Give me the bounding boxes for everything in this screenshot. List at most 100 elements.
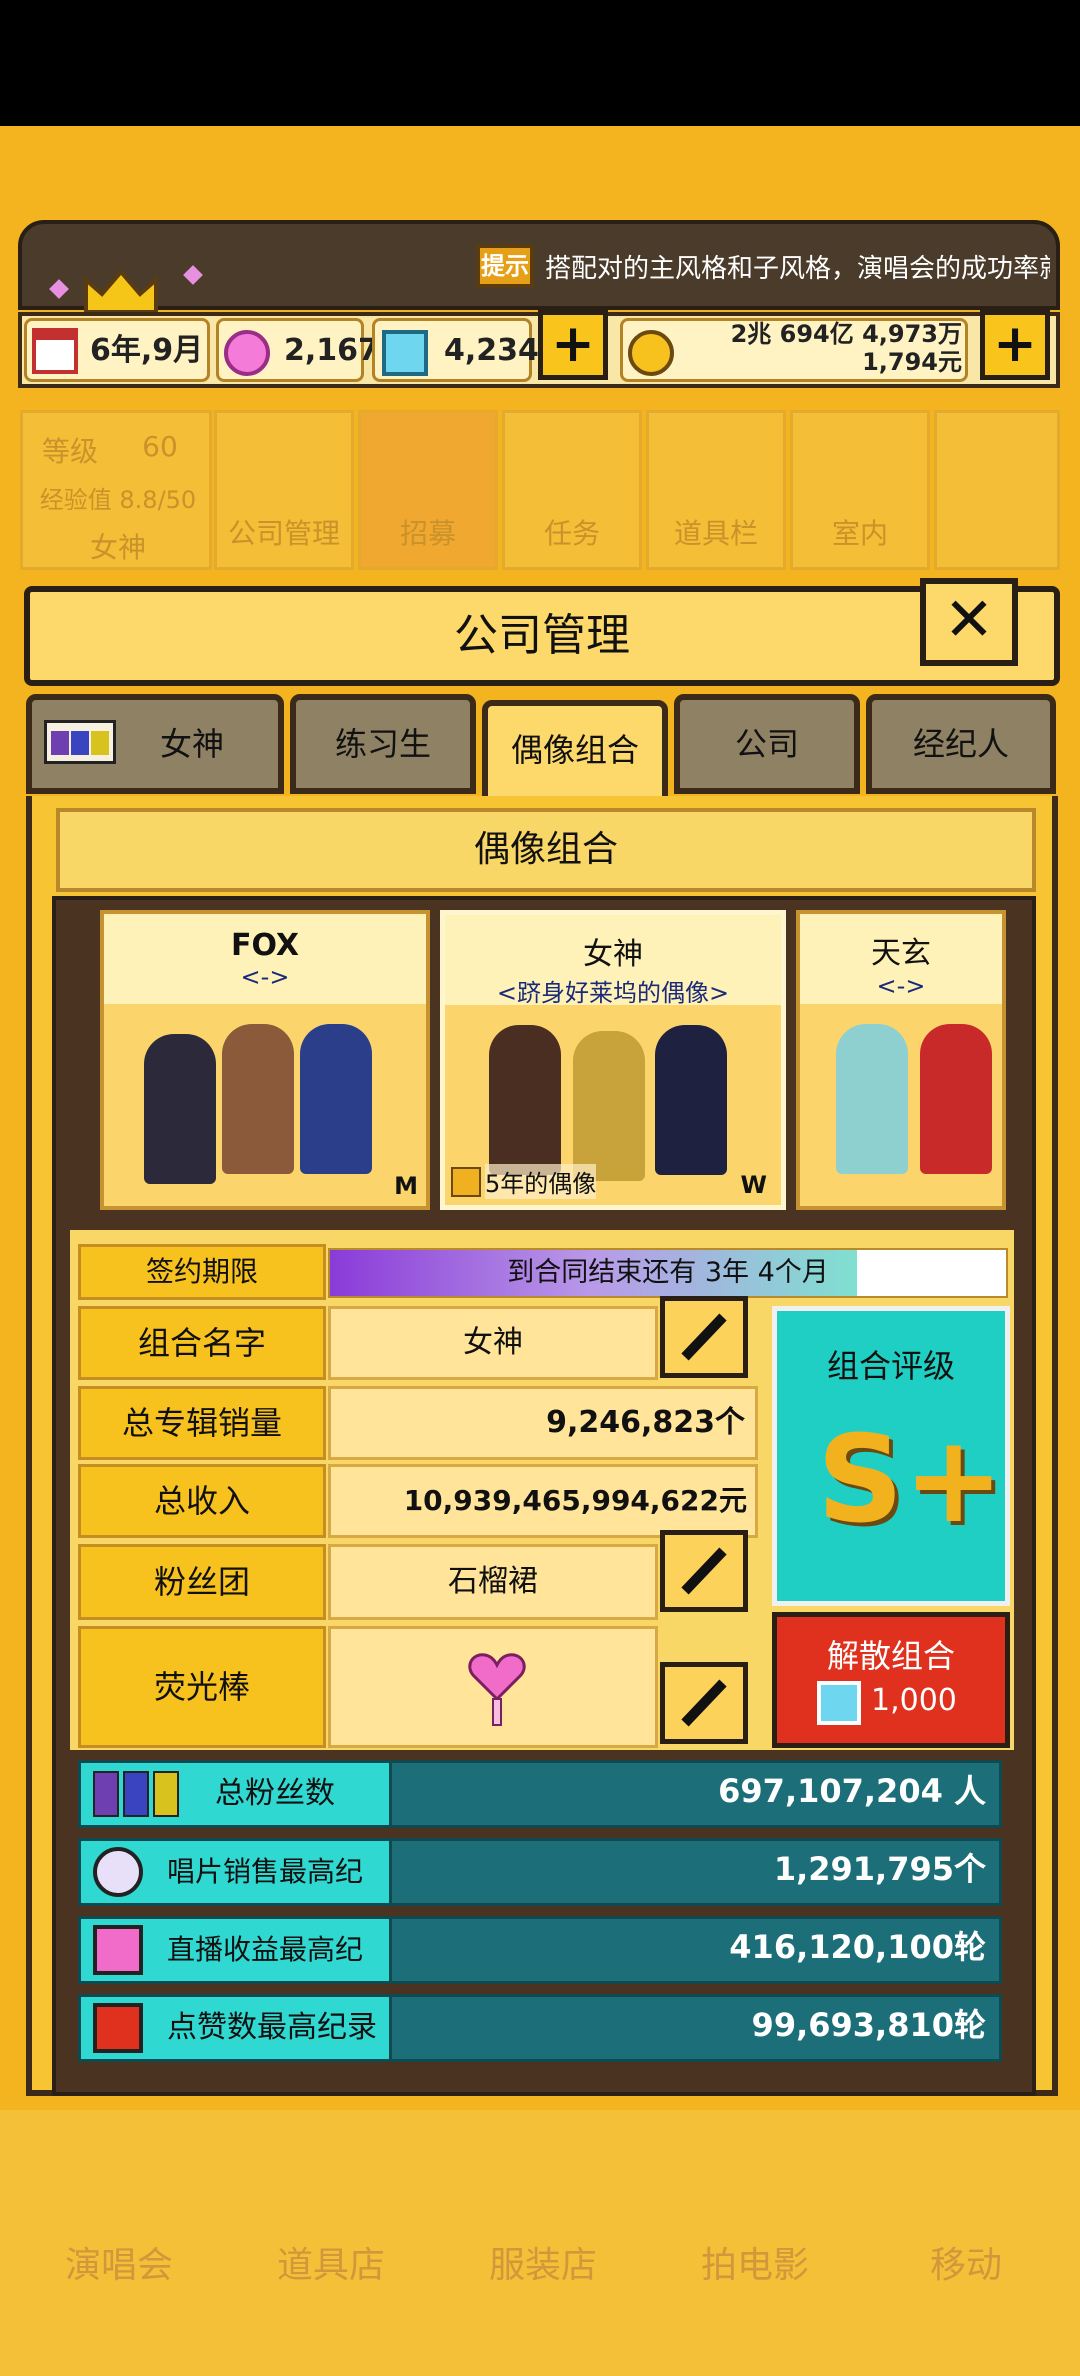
group-subtitle: <跻身好莱坞的偶像>: [496, 979, 730, 1007]
tab-icon: [44, 720, 116, 764]
exp-text: 经验值 8.8/50: [39, 486, 197, 514]
section-title: 偶像组合: [56, 808, 1036, 892]
add-diamond-button[interactable]: +: [538, 310, 608, 380]
heart-lightstick-icon: [468, 1653, 526, 1726]
panel-title: 公司管理: [454, 610, 630, 661]
play-icon: [93, 2003, 143, 2053]
group-subtitle: <->: [240, 963, 290, 991]
idol-avatar: [836, 1024, 908, 1174]
group-card-goddess[interactable]: 女神 <跻身好莱坞的偶像> 5年的偶像 W: [440, 910, 786, 1210]
stat-value: 99,693,810轮: [751, 2006, 986, 2044]
tab-idol-group[interactable]: 偶像组合: [482, 700, 668, 808]
diamond-icon: [817, 1681, 861, 1725]
nav-company-label: 公司管理: [227, 517, 340, 550]
edit-lightstick-button[interactable]: [660, 1662, 748, 1744]
tab-trainee-label: 练习生: [334, 725, 431, 763]
group-name-value: 女神: [328, 1306, 658, 1380]
stat-label-box: 唱片销售最高纪录: [78, 1838, 392, 1950]
add-money-button[interactable]: +: [980, 310, 1050, 380]
gender-badge: M: [394, 1172, 418, 1200]
group-card-fox[interactable]: FOX <-> M: [100, 910, 430, 1210]
stat-value: 1,291,795个: [773, 1850, 986, 1888]
rating-grade: S+: [817, 1411, 1004, 1550]
income-value: 10,939,465,994,622元: [328, 1464, 758, 1538]
stat-label-box: 直播收益最高纪录: [78, 1916, 392, 2028]
group-subtitle: <->: [876, 972, 926, 1000]
diamond-icon: [382, 330, 428, 376]
contract-label: 签约期限: [78, 1244, 326, 1300]
fanclub-label: 粉丝团: [78, 1544, 326, 1620]
idol-avatar: [489, 1025, 561, 1175]
tab-idol-group-label: 偶像组合: [510, 731, 639, 769]
tab-manager[interactable]: 经纪人: [866, 694, 1056, 794]
idol-avatar: [144, 1034, 216, 1184]
group-name: 女神: [583, 937, 643, 972]
tab-goddess[interactable]: 女神: [26, 694, 284, 794]
fans-icon: [93, 1771, 183, 1817]
calendar-icon: [32, 328, 78, 374]
close-button[interactable]: ✕: [920, 578, 1018, 666]
tab-company[interactable]: 公司: [674, 694, 860, 794]
idol-avatar: [920, 1024, 992, 1174]
lightstick-label: 荧光棒: [78, 1626, 326, 1748]
level-value: 60: [142, 430, 178, 463]
tip-text: 搭配对的主风格和子风格，演唱会的成功率就: [545, 254, 1050, 284]
gender-badge: W: [740, 1171, 767, 1199]
nav-inventory-label: 道具栏: [673, 517, 758, 550]
disband-button[interactable]: 解散组合 1,000: [772, 1612, 1010, 1748]
group-rating-box: 组合评级 S+: [772, 1306, 1010, 1606]
bottom-nav-movie: 拍电影: [700, 2245, 809, 2286]
nav-extra: [934, 410, 1060, 570]
money-line-2: 1,794元: [862, 348, 962, 376]
idol-avatar: [222, 1024, 294, 1174]
bottom-nav-clothing-shop: 服装店: [488, 2245, 597, 2286]
tab-trainee[interactable]: 练习生: [290, 694, 476, 794]
trophy-icon: [451, 1167, 481, 1197]
group-name: FOX: [230, 928, 300, 963]
tab-goddess-label: 女神: [159, 725, 224, 763]
disband-label: 解散组合: [826, 1637, 955, 1675]
pencil-icon: [681, 1547, 727, 1595]
pencil-icon: [681, 1679, 727, 1727]
crown-icon: [84, 268, 158, 314]
stat-label-box: 总粉丝数: [78, 1760, 392, 1828]
bottom-nav-item-shop: 道具店: [276, 2245, 385, 2286]
rating-label: 组合评级: [826, 1347, 955, 1385]
pink-gem-count: 2,167: [284, 333, 379, 368]
pencil-icon: [681, 1313, 727, 1361]
contract-bar: 到合同结束还有 3年 4个月: [328, 1248, 1008, 1298]
edit-fanclub-button[interactable]: [660, 1530, 748, 1612]
close-icon: ✕: [943, 585, 995, 655]
pink-gem-icon: [224, 330, 270, 376]
group-name: 天玄: [871, 936, 931, 971]
profile-name: 女神: [89, 531, 146, 564]
stat-value: 416,120,100轮: [729, 1928, 986, 1966]
money-line-1: 2兆 694亿 4,973万: [730, 320, 962, 348]
nav-recruit-label: 招募: [399, 517, 456, 550]
group-name-label: 组合名字: [78, 1306, 326, 1380]
stat-label-box: 点赞数最高纪录: [78, 1994, 392, 2062]
tab-manager-label: 经纪人: [912, 725, 1009, 763]
tab-company-label: 公司: [734, 725, 799, 763]
status-bar: [0, 0, 1080, 126]
group-card-tianxuan[interactable]: 天玄 <->: [796, 910, 1006, 1210]
level-label: 等级: [41, 435, 98, 468]
income-label: 总收入: [78, 1464, 326, 1538]
disc-icon: [93, 1847, 143, 1897]
edit-group-name-button[interactable]: [660, 1296, 748, 1378]
coin-icon: [628, 330, 674, 376]
disband-cost: 1,000: [871, 1683, 957, 1718]
diamond-count: 4,234: [444, 333, 539, 368]
bottom-nav-move: 移动: [929, 2245, 1002, 2286]
idol-avatar: [655, 1025, 727, 1175]
idol-avatar: [573, 1031, 645, 1181]
fanclub-value: 石榴裙: [328, 1544, 658, 1620]
tip-badge: 提示: [476, 244, 534, 288]
stat-value: 697,107,204 人: [718, 1772, 986, 1810]
idol-years: 5年的偶像: [485, 1164, 597, 1199]
date-text: 6年,9月: [90, 333, 204, 368]
idol-avatar: [300, 1024, 372, 1174]
album-sales-value: 9,246,823个: [328, 1386, 758, 1460]
contract-text: 到合同结束还有 3年 4个月: [507, 1257, 829, 1288]
nav-interior-label: 室内: [831, 517, 888, 550]
